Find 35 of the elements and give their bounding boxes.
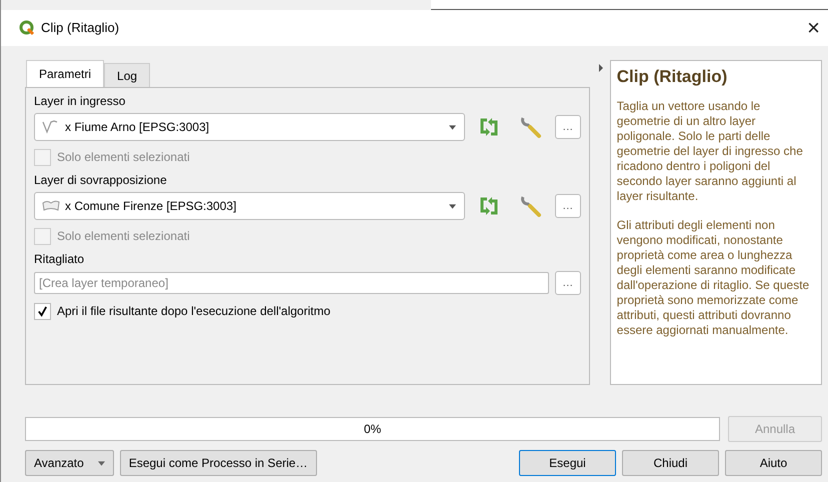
- wrench-icon[interactable]: [518, 115, 543, 139]
- checkmark-icon: [37, 306, 48, 316]
- dialog-button[interactable]: Chiudi: [622, 450, 719, 476]
- field-label: Ritagliato: [34, 252, 86, 266]
- dialog-button[interactable]: Aiuto: [725, 450, 822, 476]
- dialog-button[interactable]: Esegui: [519, 450, 616, 476]
- field-label: Layer di sovrapposizione: [34, 173, 168, 187]
- field-label: Layer in ingresso: [34, 94, 126, 108]
- tab[interactable]: Log: [104, 63, 150, 88]
- layer-dropdown[interactable]: x Comune Firenze [EPSG:3003]: [34, 192, 465, 220]
- collapse-arrow-icon[interactable]: [598, 64, 603, 72]
- dropdown-arrow-icon: [98, 460, 105, 466]
- wrench-icon[interactable]: [518, 194, 543, 218]
- options-button[interactable]: …: [554, 115, 581, 139]
- options-button[interactable]: …: [554, 194, 581, 218]
- checkbox-label: Solo elementi selezionati: [57, 229, 190, 243]
- menu-button[interactable]: Avanzato: [25, 450, 114, 476]
- progress-bar: 0%: [25, 417, 720, 441]
- tab[interactable]: Parametri: [26, 60, 104, 88]
- checkbox-label: Apri il file risultante dopo l'esecuzione dell'algoritmo: [57, 304, 330, 318]
- output-field[interactable]: [Crea layer temporaneo]: [34, 272, 549, 294]
- layer-dropdown[interactable]: x Fiume Arno [EPSG:3003]: [34, 113, 465, 141]
- window-title: Clip (Ritaglio): [41, 20, 120, 36]
- checkbox[interactable]: [34, 302, 51, 320]
- help-title: Clip (Ritaglio): [616, 67, 728, 87]
- close-button[interactable]: ×: [807, 14, 820, 41]
- app-logo-icon: [19, 20, 35, 36]
- dropdown-arrow-icon: [448, 124, 456, 130]
- help-text: Gli attributi degli elementi non vengono modificati, nonostante proprietà come area o lunghezza degli elementi saranno modificate dall'operazione di ritaglio. Se queste proprietà sono memorizzate come attributi, questi attributi dovranno essere aggiornati manualmente.: [616, 218, 810, 338]
- polygon-layer-icon: [41, 199, 61, 213]
- options-button[interactable]: …: [554, 271, 581, 295]
- dropdown-arrow-icon: [448, 204, 456, 208]
- help-text: Taglia un vettore usando le geometrie di un altro layer poligonale. Solo le parti delle geometrie del layer di ingresso che ricadono dentro i poligoni del secondo layer saranno aggiunti al layer risultante.: [616, 99, 804, 204]
- checkbox-label: Solo elementi selezionati: [57, 150, 190, 164]
- batch-button[interactable]: Esegui come Processo in Serie…: [120, 450, 317, 476]
